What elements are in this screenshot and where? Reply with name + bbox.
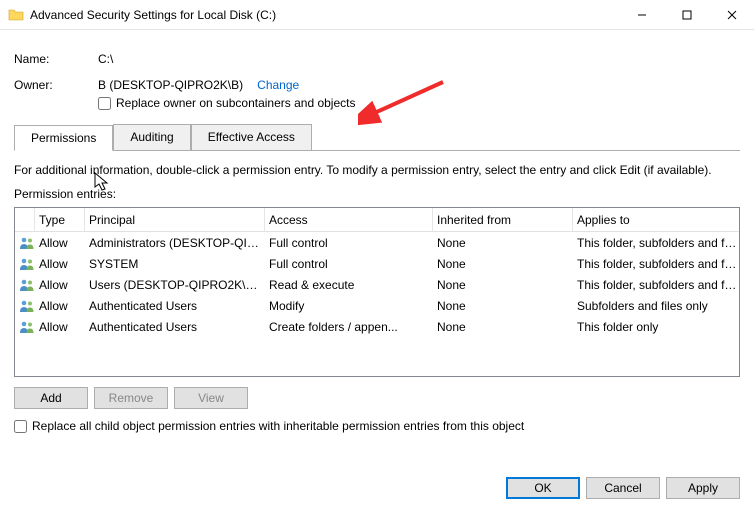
maximize-button[interactable]: [664, 0, 709, 29]
replace-owner-label: Replace owner on subcontainers and objec…: [116, 96, 355, 110]
cell-applies: This folder, subfolders and files: [573, 278, 739, 292]
cell-applies: This folder only: [573, 320, 739, 334]
cell-inherited: None: [433, 320, 573, 334]
people-icon: [15, 299, 35, 313]
owner-value: B (DESKTOP-QIPRO2K\B): [98, 78, 243, 92]
folder-icon: [8, 7, 24, 23]
close-button[interactable]: [709, 0, 754, 29]
people-icon: [15, 257, 35, 271]
tab-auditing[interactable]: Auditing: [113, 124, 190, 151]
titlebar: Advanced Security Settings for Local Dis…: [0, 0, 754, 30]
view-button[interactable]: View: [174, 387, 248, 409]
table-row[interactable]: AllowUsers (DESKTOP-QIPRO2K\Us...Read & …: [15, 274, 739, 295]
cell-type: Allow: [35, 299, 85, 313]
cell-principal: Administrators (DESKTOP-QIP...: [85, 236, 265, 250]
cell-inherited: None: [433, 236, 573, 250]
tab-effective-access[interactable]: Effective Access: [191, 124, 312, 151]
table-row[interactable]: AllowSYSTEMFull controlNoneThis folder, …: [15, 253, 739, 274]
cell-applies: This folder, subfolders and files: [573, 236, 739, 250]
ok-button[interactable]: OK: [506, 477, 580, 499]
cell-type: Allow: [35, 257, 85, 271]
table-row[interactable]: AllowAdministrators (DESKTOP-QIP...Full …: [15, 232, 739, 253]
grid-header: Type Principal Access Inherited from App…: [15, 208, 739, 232]
name-value: C:\: [98, 52, 113, 66]
remove-button[interactable]: Remove: [94, 387, 168, 409]
cell-applies: This folder, subfolders and files: [573, 257, 739, 271]
cell-type: Allow: [35, 320, 85, 334]
permission-entries-label: Permission entries:: [14, 187, 740, 201]
change-owner-link[interactable]: Change: [257, 78, 299, 92]
cell-inherited: None: [433, 299, 573, 313]
window-controls: [619, 0, 754, 29]
people-icon: [15, 278, 35, 292]
tab-strip: Permissions Auditing Effective Access: [14, 124, 740, 151]
cell-inherited: None: [433, 257, 573, 271]
cell-applies: Subfolders and files only: [573, 299, 739, 313]
cell-principal: Authenticated Users: [85, 299, 265, 313]
cell-principal: Authenticated Users: [85, 320, 265, 334]
col-inherited[interactable]: Inherited from: [433, 208, 573, 231]
table-row[interactable]: AllowAuthenticated UsersModifyNoneSubfol…: [15, 295, 739, 316]
col-applies[interactable]: Applies to: [573, 208, 739, 231]
cell-type: Allow: [35, 278, 85, 292]
info-text: For additional information, double-click…: [14, 163, 740, 177]
minimize-button[interactable]: [619, 0, 664, 29]
col-type[interactable]: Type: [35, 208, 85, 231]
cell-access: Full control: [265, 236, 433, 250]
cell-principal: Users (DESKTOP-QIPRO2K\Us...: [85, 278, 265, 292]
people-icon: [15, 236, 35, 250]
cell-type: Allow: [35, 236, 85, 250]
replace-all-label: Replace all child object permission entr…: [32, 419, 524, 433]
replace-all-checkbox[interactable]: [14, 420, 27, 433]
cell-access: Create folders / appen...: [265, 320, 433, 334]
apply-button[interactable]: Apply: [666, 477, 740, 499]
col-access[interactable]: Access: [265, 208, 433, 231]
cell-access: Full control: [265, 257, 433, 271]
cancel-button[interactable]: Cancel: [586, 477, 660, 499]
replace-owner-checkbox[interactable]: [98, 97, 111, 110]
tab-permissions[interactable]: Permissions: [14, 125, 113, 151]
cell-principal: SYSTEM: [85, 257, 265, 271]
cell-inherited: None: [433, 278, 573, 292]
cell-access: Modify: [265, 299, 433, 313]
owner-label: Owner:: [14, 78, 98, 92]
people-icon: [15, 320, 35, 334]
name-label: Name:: [14, 52, 98, 66]
window-title: Advanced Security Settings for Local Dis…: [30, 8, 276, 22]
col-principal[interactable]: Principal: [85, 208, 265, 231]
table-row[interactable]: AllowAuthenticated UsersCreate folders /…: [15, 316, 739, 337]
cell-access: Read & execute: [265, 278, 433, 292]
permission-grid[interactable]: Type Principal Access Inherited from App…: [14, 207, 740, 377]
add-button[interactable]: Add: [14, 387, 88, 409]
